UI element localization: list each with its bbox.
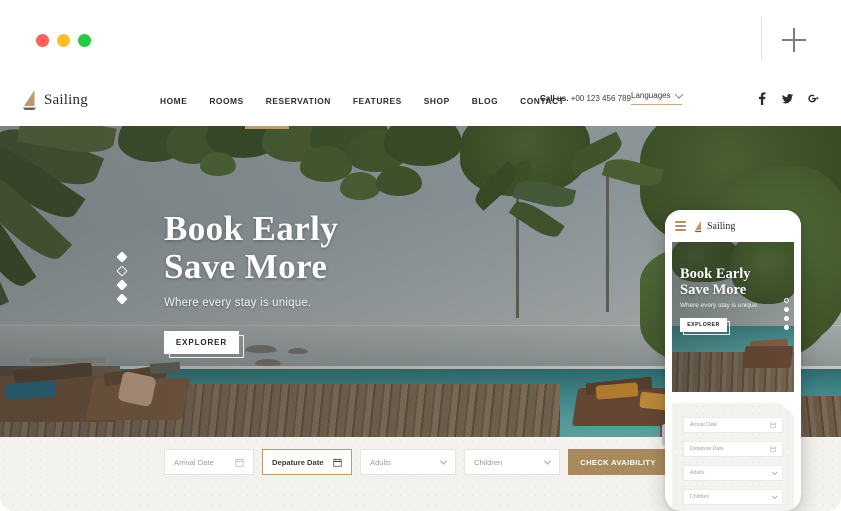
phone-mockup: Sailing Book Early Save More Where every… (665, 210, 801, 511)
hero-slider-dots (116, 251, 128, 305)
maximize-window-button[interactable] (78, 34, 91, 47)
calendar-icon (333, 458, 342, 467)
phone-adults-label: Adults (690, 470, 705, 476)
phone-hero-title: Book Early Save More (680, 266, 759, 298)
phone-hero-subtitle: Where every stay is unique. (680, 302, 759, 309)
arrival-date-label: Arrival Date (174, 457, 214, 467)
phone-slider-dot-3[interactable] (784, 316, 789, 321)
hero-slider-dot-3[interactable] (116, 279, 128, 291)
hamburger-icon[interactable] (675, 221, 686, 231)
phone-booking-form: Arrival Date Depature Date Adults Childr… (672, 403, 794, 511)
adults-select[interactable]: Adults (360, 449, 456, 475)
nav-link-rooms[interactable]: ROOMS (209, 96, 243, 106)
departure-date-label: Depature Date (272, 457, 324, 467)
hero-slider-dot-4[interactable] (116, 293, 128, 305)
facebook-icon[interactable] (756, 92, 767, 105)
phone-departure-date-label: Depature Date (690, 446, 724, 452)
explorer-button[interactable]: EXPLORER (164, 331, 239, 354)
hero-content: Book Early Save More Where every stay is… (164, 210, 338, 358)
nav-link-shop[interactable]: SHOP (424, 96, 450, 106)
call-us-text: Call us. +00 123 456 789 (540, 94, 631, 103)
children-label: Children (474, 457, 503, 467)
site-navbar: Sailing HOME ROOMS RESERVATION FEATURES … (0, 75, 841, 126)
browser-chrome (0, 0, 841, 75)
phone-explorer-button[interactable]: EXPLORER (680, 318, 727, 332)
chevron-down-icon (543, 457, 552, 465)
phone-brand-name: Sailing (707, 220, 736, 232)
phone-hero-content: Book Early Save More Where every stay is… (680, 266, 759, 335)
phone-children-select[interactable]: Children (683, 489, 783, 505)
nav-links: HOME ROOMS RESERVATION FEATURES SHOP BLO… (160, 75, 564, 126)
language-selector[interactable]: Languages (631, 89, 683, 105)
hero-subtitle: Where every stay is unique. (164, 297, 312, 309)
calendar-icon (235, 458, 244, 467)
phone-slider-dot-1[interactable] (784, 298, 789, 303)
chevron-down-icon (771, 469, 777, 475)
phone-logo[interactable]: Sailing (694, 220, 735, 233)
phone-departure-date-field[interactable]: Depature Date (683, 441, 783, 457)
call-us-label: Call us. (540, 94, 569, 103)
phone-children-label: Children (690, 494, 710, 500)
calendar-icon (770, 422, 776, 428)
call-us-number: +00 123 456 789 (570, 94, 631, 103)
browser-window: Sailing HOME ROOMS RESERVATION FEATURES … (0, 0, 841, 511)
brand-name: Sailing (44, 91, 88, 108)
hero-slider-dot-2[interactable] (116, 265, 127, 276)
phone-slider-dots (784, 298, 789, 330)
nav-link-reservation[interactable]: RESERVATION (266, 96, 331, 106)
site-logo[interactable]: Sailing (22, 89, 88, 111)
twitter-icon[interactable] (782, 92, 793, 105)
language-selector-label: Languages (631, 91, 671, 100)
check-availability-button[interactable]: CHECK AVAIBILITY (568, 449, 668, 475)
sailboat-icon (694, 220, 702, 232)
chevron-down-icon (771, 493, 777, 499)
nav-link-blog[interactable]: BLOG (472, 96, 498, 106)
phone-adults-select[interactable]: Adults (683, 465, 783, 481)
adults-label: Adults (370, 457, 392, 467)
children-select[interactable]: Children (464, 449, 560, 475)
departure-date-field[interactable]: Depature Date (262, 449, 352, 475)
arrival-date-field[interactable]: Arrival Date (164, 449, 254, 475)
phone-hero-title-line-2: Save More (680, 282, 747, 298)
sailboat-icon (23, 90, 36, 110)
phone-slider-dot-4[interactable] (784, 325, 789, 330)
chrome-divider (761, 18, 762, 60)
phone-arrival-date-label: Arrival Date (690, 422, 718, 428)
nav-active-indicator (245, 126, 289, 129)
close-window-button[interactable] (36, 34, 49, 47)
hero-title-line-2: Save More (164, 247, 328, 286)
nav-link-home[interactable]: HOME (160, 96, 187, 106)
hero-title-line-1: Book Early (164, 209, 339, 248)
traffic-lights (36, 34, 91, 47)
nav-link-features[interactable]: FEATURES (353, 96, 402, 106)
plus-icon[interactable] (782, 28, 806, 52)
phone-navbar: Sailing (665, 210, 801, 242)
chevron-down-icon (439, 457, 448, 465)
google-plus-icon[interactable] (808, 92, 819, 105)
social-links (756, 92, 819, 105)
phone-hero-cta-wrap: EXPLORER (680, 318, 730, 335)
phone-hero-title-line-1: Book Early (680, 266, 751, 282)
hero-cta-wrap: EXPLORER (164, 331, 244, 358)
calendar-icon (770, 446, 776, 452)
phone-slider-dot-2[interactable] (784, 307, 789, 312)
hero-title: Book Early Save More (164, 210, 338, 286)
phone-form-folded-corner (781, 403, 794, 416)
chevron-down-icon (674, 89, 683, 99)
minimize-window-button[interactable] (57, 34, 70, 47)
phone-hero-section: Book Early Save More Where every stay is… (672, 242, 794, 392)
booking-form: Arrival Date Depature Date Adults Childr… (164, 449, 668, 475)
hero-slider-dot-1[interactable] (116, 251, 128, 263)
phone-arrival-date-field[interactable]: Arrival Date (683, 417, 783, 433)
